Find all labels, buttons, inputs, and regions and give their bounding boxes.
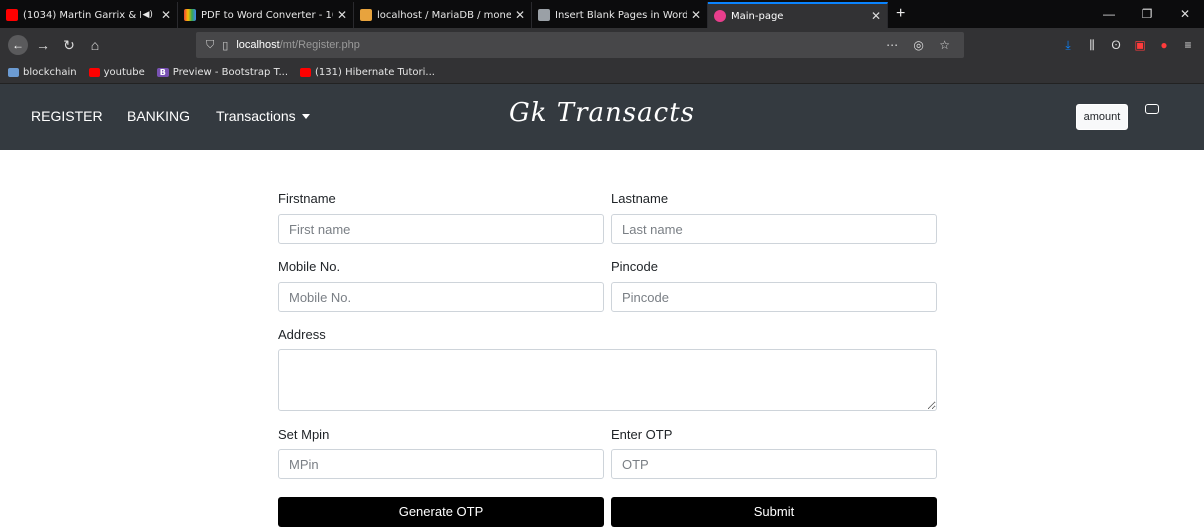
youtube-favicon-icon [88,68,100,77]
globe-favicon-icon [538,9,550,21]
tab-title: Insert Blank Pages in Word 201 [555,9,687,21]
bookmark-label: Preview - Bootstrap T... [172,67,289,78]
submit-button[interactable]: Submit [611,497,937,527]
library-icon[interactable]: ⫼ [1080,38,1104,53]
pincode-label: Pincode [611,259,658,274]
address-label: Address [278,327,326,342]
tab-title: (1034) Martin Garrix & Dua [23,9,141,21]
close-tab-icon[interactable]: ✕ [337,8,347,22]
back-arrow-icon[interactable]: ← [8,35,28,55]
bookmark-favicon-icon [8,68,19,77]
main-page-favicon-icon [714,10,726,22]
browser-tab-main-page[interactable]: Main-page ✕ [708,2,888,28]
address-bar[interactable]: ⛉ ▯ localhost/mt/Register.php ⋯ ◎ ☆ [196,32,964,58]
close-tab-icon[interactable]: ✕ [515,8,525,22]
close-tab-icon[interactable]: ✕ [691,8,701,22]
window-controls: — ❐ ✕ [1090,0,1204,28]
close-tab-icon[interactable]: ✕ [161,8,171,22]
bookmark-label: youtube [103,67,145,78]
otp-label: Enter OTP [611,427,673,442]
bookmark-label: blockchain [23,67,77,78]
browser-tab-pdf-converter[interactable]: PDF to Word Converter - 100% ✕ [178,2,354,28]
amount-button[interactable]: amount [1076,104,1128,130]
browser-tab-bar: (1034) Martin Garrix & Dua ◀) ✕ PDF to W… [0,0,1204,28]
download-icon[interactable]: ⤓ [1056,38,1080,53]
bookmark-blockchain[interactable]: blockchain [8,67,77,78]
address-textarea[interactable] [278,349,937,411]
new-tab-icon[interactable]: + [888,2,913,28]
firstname-input[interactable] [278,214,604,244]
pincode-input[interactable] [611,282,937,312]
browser-tools: ⤓ ⫼ ʘ ▣ ● ≡ [1056,28,1200,62]
account-icon[interactable]: ʘ [1104,38,1128,52]
bookmarks-bar: blockchain youtube B Preview - Bootstrap… [0,62,1204,84]
bookmark-youtube[interactable]: youtube [88,67,145,78]
bookmark-hibernate[interactable]: (131) Hibernate Tutori... [300,67,435,78]
page-actions-icon[interactable]: ⋯ ◎ ☆ [886,38,956,52]
youtube-favicon-icon [300,68,312,77]
extension-icon[interactable]: ● [1152,38,1176,52]
bootstrap-favicon-icon: B [156,68,169,77]
forward-arrow-icon[interactable]: → [32,37,54,53]
extension-youtube-icon[interactable]: ▣ [1128,38,1152,52]
mpin-label: Set Mpin [278,427,330,442]
tab-title: Main-page [731,10,784,22]
shield-icon[interactable]: ⛉ [206,39,214,52]
mobile-input[interactable] [278,282,604,312]
page-icon: ▯ [222,39,229,52]
close-tab-icon[interactable]: ✕ [871,9,881,23]
url-path: /mt/Register.php [279,39,360,51]
restore-icon[interactable]: ❐ [1128,0,1166,28]
phpmyadmin-favicon-icon [360,9,372,21]
site-brand[interactable]: Gk Transacts [0,98,1204,128]
mpin-input[interactable] [278,449,604,479]
toggle-icon[interactable] [1145,104,1159,114]
browser-toolbar: ← → ↻ ⌂ ⛉ ▯ localhost/mt/Register.php ⋯ … [0,28,1204,62]
reload-icon[interactable]: ↻ [58,37,80,54]
minimize-icon[interactable]: — [1090,0,1128,28]
youtube-favicon-icon [6,9,18,21]
url-host: localhost [236,39,280,51]
browser-tab-word-pages[interactable]: Insert Blank Pages in Word 201 ✕ [532,2,708,28]
lastname-input[interactable] [611,214,937,244]
tab-title: localhost / MariaDB / money_t [377,9,511,21]
pdf-favicon-icon [184,9,196,21]
generate-otp-button[interactable]: Generate OTP [278,497,604,527]
firstname-label: Firstname [278,191,336,206]
bookmark-bootstrap[interactable]: B Preview - Bootstrap T... [156,67,289,78]
browser-tab-phpmyadmin[interactable]: localhost / MariaDB / money_t ✕ [354,2,532,28]
audio-playing-icon[interactable]: ◀) [143,10,153,20]
window-close-icon[interactable]: ✕ [1166,0,1204,28]
bookmark-label: (131) Hibernate Tutori... [315,67,435,78]
home-icon[interactable]: ⌂ [84,37,106,53]
menu-icon[interactable]: ≡ [1176,38,1200,52]
browser-tab-youtube[interactable]: (1034) Martin Garrix & Dua ◀) ✕ [0,2,178,28]
lastname-label: Lastname [611,191,669,206]
site-navbar: REGISTER BANKING Transactions Gk Transac… [0,84,1204,150]
tab-title: PDF to Word Converter - 100% [201,9,333,21]
otp-input[interactable] [611,449,937,479]
mobile-label: Mobile No. [278,259,341,274]
